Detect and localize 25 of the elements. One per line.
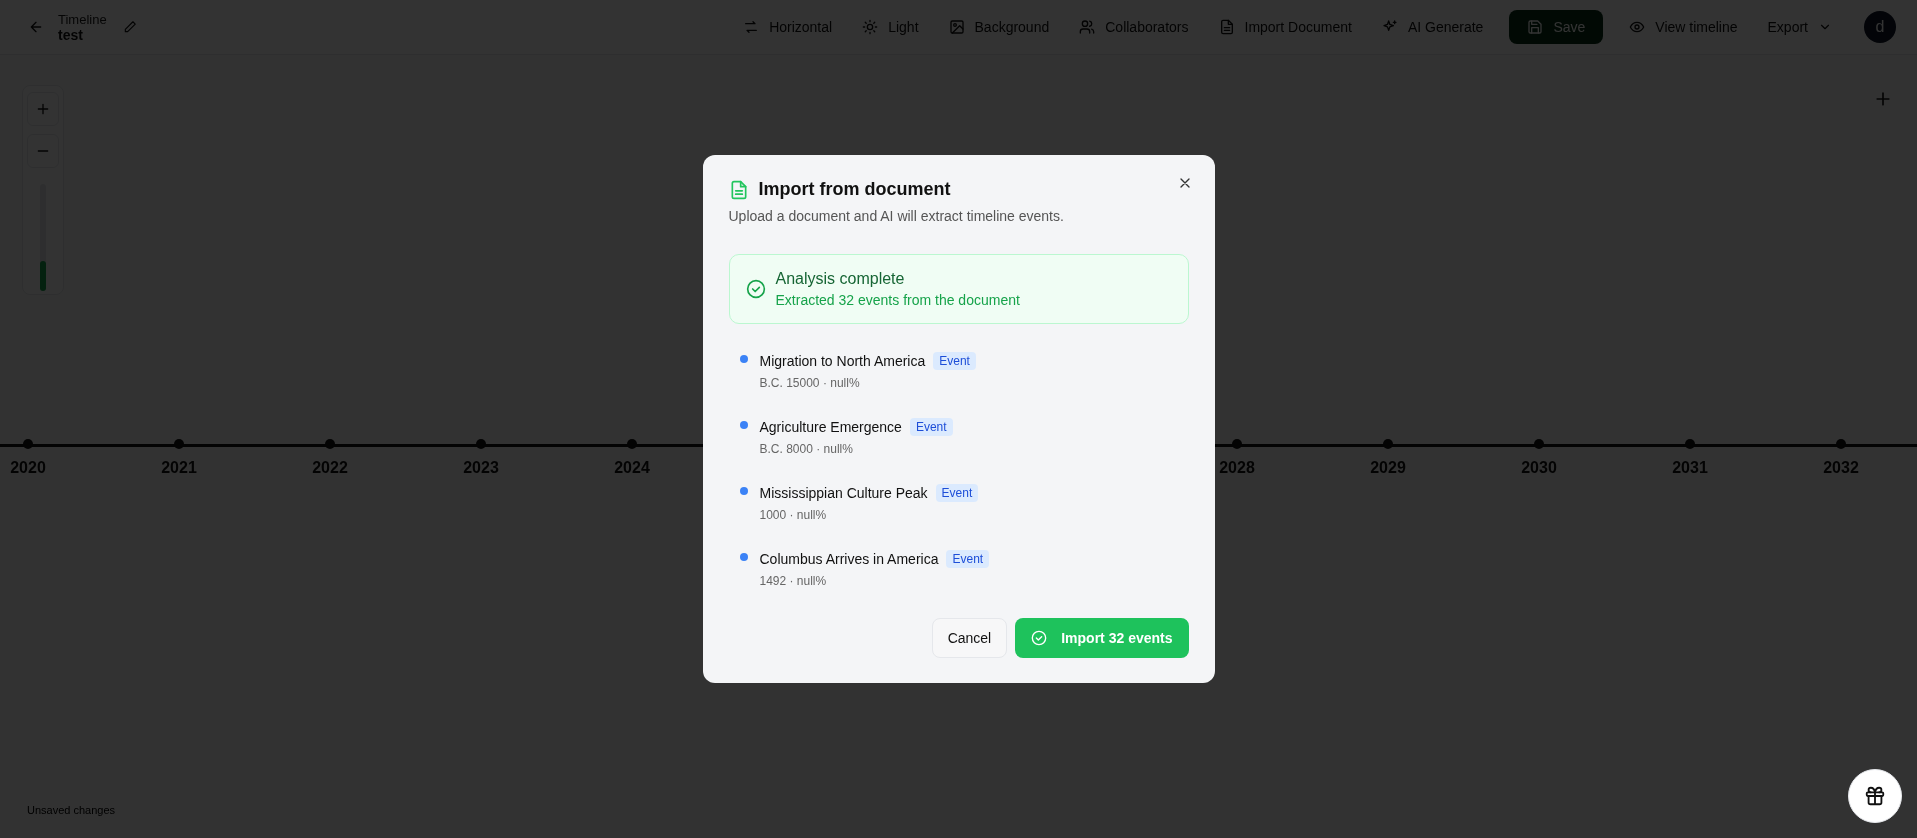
event-meta: B.C. 15000 · null%: [759, 376, 861, 390]
alert-message: Extracted 32 events from the document: [775, 292, 1020, 308]
gift-icon: [1864, 785, 1886, 807]
import-button[interactable]: Import 32 events: [1015, 618, 1189, 658]
event-badge: Event: [909, 418, 953, 436]
event-meta: 1000 · null%: [759, 508, 828, 522]
event-meta: B.C. 8000 · null%: [759, 442, 854, 456]
event-title: Mississippian Culture Peak: [759, 485, 928, 501]
bullet-dot: [739, 487, 748, 495]
event-badge: Event: [946, 550, 990, 568]
event-title: Agriculture Emergence: [759, 419, 902, 435]
event-badge: Event: [933, 352, 976, 370]
check-circle-icon: [745, 279, 766, 299]
event-meta: 1492 · null%: [759, 574, 828, 588]
event-badge: Event: [935, 484, 979, 502]
bullet-dot: [739, 355, 748, 363]
bullet-dot: [739, 421, 748, 429]
cancel-button[interactable]: Cancel: [931, 618, 1008, 658]
event-title: Columbus Arrives in America: [759, 551, 939, 567]
dialog-subtitle: Upload a document and AI will extract timeline events.: [728, 208, 1065, 224]
check-circle-icon: [1031, 630, 1048, 646]
bullet-dot: [739, 553, 748, 561]
dialog-title: Import from document: [758, 179, 951, 200]
alert-title: Analysis complete: [775, 270, 906, 288]
event-title: Migration to North America: [759, 353, 926, 369]
